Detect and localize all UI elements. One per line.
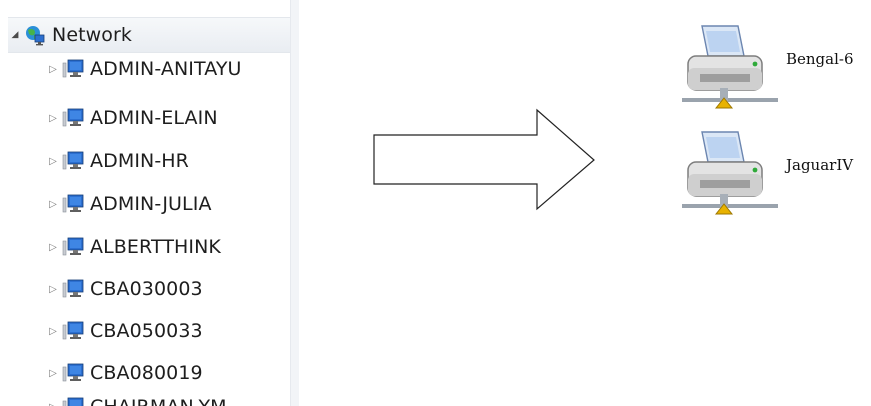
tree-item-computer[interactable]: ▷ CBA080019 (46, 356, 290, 390)
navigation-pane: ◢ Network ▷ ADMIN-ANITAYU ▷ ADMIN-ELAIN … (0, 0, 290, 406)
collapsed-triangle-icon[interactable]: ▷ (46, 240, 60, 254)
tree-item-computer[interactable]: ▷ CHAIRMAN-YM (46, 390, 290, 406)
computer-icon (62, 151, 84, 170)
tree-item-label: ADMIN-ANITAYU (90, 58, 242, 80)
tree-item-computer[interactable]: ▷ ADMIN-JULIA (46, 187, 290, 221)
collapsed-triangle-icon[interactable]: ▷ (46, 366, 60, 380)
tree-item-computer[interactable]: ▷ ADMIN-HR (46, 144, 290, 178)
tree-item-label: CBA080019 (90, 362, 203, 384)
collapsed-triangle-icon[interactable]: ▷ (46, 62, 60, 76)
tree-item-label: CHAIRMAN-YM (90, 396, 227, 406)
tree-item-label: ADMIN-HR (90, 150, 189, 172)
tree-item-label: CBA050033 (90, 320, 203, 342)
computer-icon (62, 363, 84, 382)
printer-item-jaguar[interactable]: JaguarIV (680, 128, 853, 224)
tree-item-label: ALBERTTHINK (90, 236, 221, 258)
tree-item-network[interactable]: ◢ Network (8, 17, 290, 53)
tree-item-label: ADMIN-ELAIN (90, 107, 218, 129)
expanded-triangle-icon[interactable]: ◢ (8, 28, 22, 42)
collapsed-triangle-icon[interactable]: ▷ (46, 197, 60, 211)
printer-label: JaguarIV (786, 156, 854, 174)
collapsed-triangle-icon[interactable]: ▷ (46, 154, 60, 168)
collapsed-triangle-icon[interactable]: ▷ (46, 111, 60, 125)
right-arrow-icon (373, 108, 595, 211)
tree-item-computer[interactable]: ▷ ADMIN-ELAIN (46, 101, 290, 135)
network-printer-icon (682, 131, 778, 215)
pane-splitter[interactable] (290, 0, 299, 406)
computer-icon (62, 237, 84, 256)
collapsed-triangle-icon[interactable]: ▷ (46, 282, 60, 296)
computer-icon (62, 397, 84, 406)
tree-item-computer[interactable]: ▷ CBA050033 (46, 314, 290, 348)
printer-item-bengal[interactable]: Bengal-6 (680, 22, 854, 118)
computer-icon (62, 194, 84, 213)
printer-label: Bengal-6 (786, 50, 854, 68)
computer-icon (62, 59, 84, 78)
network-globe-icon (26, 26, 45, 46)
tree-item-label: ADMIN-JULIA (90, 193, 212, 215)
computer-icon (62, 279, 84, 298)
tree-item-computer[interactable]: ▷ CBA030003 (46, 272, 290, 306)
collapsed-triangle-icon[interactable]: ▷ (46, 324, 60, 338)
tree-item-computer[interactable]: ▷ ADMIN-ANITAYU (46, 52, 290, 86)
computer-icon (62, 108, 84, 127)
tree-item-label: Network (52, 24, 133, 46)
tree-item-label: CBA030003 (90, 278, 203, 300)
tree-item-computer[interactable]: ▷ ALBERTTHINK (46, 230, 290, 264)
collapsed-triangle-icon[interactable]: ▷ (46, 400, 60, 406)
network-printer-icon (682, 25, 778, 109)
computer-icon (62, 321, 84, 340)
